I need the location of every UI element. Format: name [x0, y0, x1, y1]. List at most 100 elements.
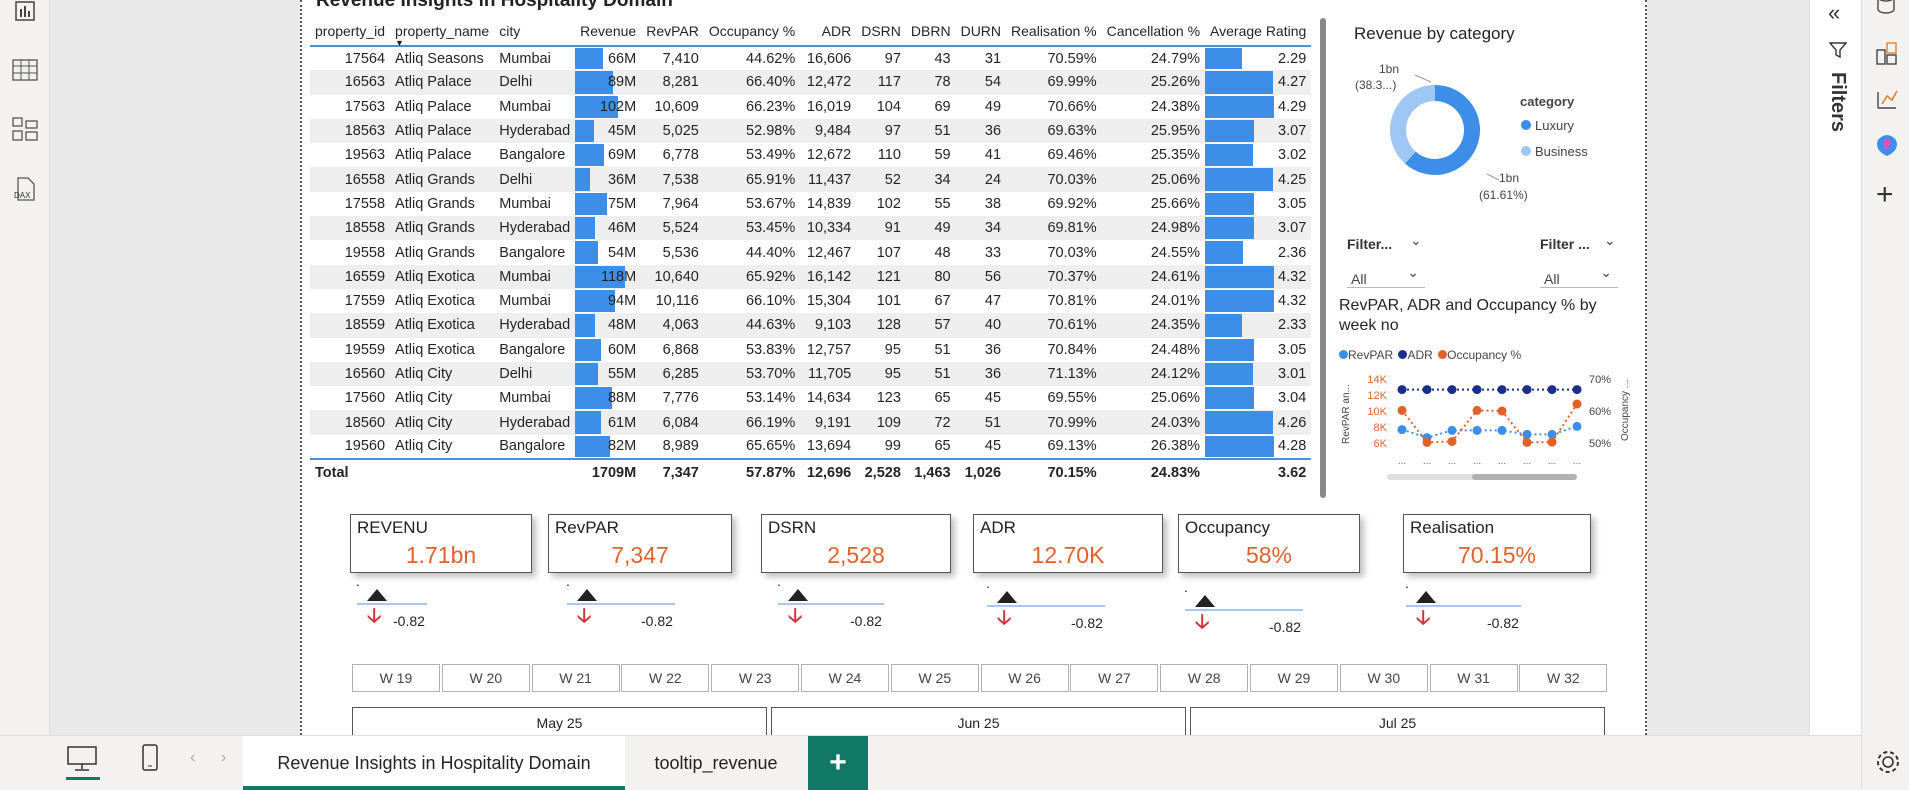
- data-point[interactable]: [1447, 436, 1457, 446]
- filter-2-dropdown[interactable]: All ⌄: [1540, 262, 1618, 288]
- week-button[interactable]: W 28: [1160, 664, 1249, 692]
- kpi-card-dsrn[interactable]: DSRN 2,528: [761, 514, 951, 573]
- filter-1-dropdown[interactable]: All ⌄: [1347, 262, 1425, 288]
- week-button[interactable]: W 32: [1519, 664, 1608, 692]
- week-button[interactable]: W 30: [1339, 664, 1428, 692]
- table-row[interactable]: 16560 Atliq City Delhi 55M 6,285 53.70% 11,705…: [310, 361, 1312, 387]
- filters-pane-collapsed[interactable]: « Filters: [1809, 0, 1861, 735]
- column-header-durn[interactable]: DURN: [955, 16, 1007, 47]
- week-button[interactable]: W 20: [441, 664, 530, 692]
- table-row[interactable]: 17559 Atliq Exotica Mumbai 94M 10,116 66.10% 1…: [310, 289, 1311, 313]
- table-row[interactable]: 17563 Atliq Palace Mumbai 102M 10,609 66.23% 1…: [310, 95, 1311, 119]
- table-row[interactable]: 18558 Atliq Grands Hyderabad 46M 5,524 53.45%…: [310, 216, 1312, 241]
- mobile-view-icon[interactable]: [140, 743, 160, 778]
- week-button[interactable]: W 22: [621, 664, 710, 692]
- model-view-icon[interactable]: [8, 112, 42, 146]
- data-point[interactable]: [1397, 425, 1407, 435]
- week-button[interactable]: W 19: [352, 664, 440, 692]
- table-row[interactable]: 19563 Atliq Palace Bangalore 69M 6,778 53.49%…: [310, 143, 1311, 167]
- next-page-icon[interactable]: ›: [221, 749, 226, 767]
- line-chart-scrollbar[interactable]: [1387, 474, 1577, 480]
- column-header-dbrn[interactable]: DBRN: [905, 16, 956, 47]
- data-point[interactable]: [1447, 425, 1457, 435]
- week-button[interactable]: W 23: [711, 664, 800, 692]
- kpi-card-revpar[interactable]: RevPAR 7,347: [548, 514, 732, 573]
- column-header-property-name[interactable]: property_name ▼: [390, 16, 495, 48]
- donut-legend-business[interactable]: Business: [1521, 144, 1588, 159]
- table-scrollbar[interactable]: [1320, 18, 1326, 498]
- table-row[interactable]: 18559 Atliq Exotica Hyderabad 48M 4,063 44.63…: [310, 313, 1312, 338]
- month-button[interactable]: Jun 25: [771, 707, 1186, 735]
- table-row[interactable]: 18563 Atliq Palace Hyderabad 45M 5,025 52.98%…: [310, 118, 1312, 144]
- add-page-button[interactable]: +: [808, 736, 868, 790]
- data-point[interactable]: [1522, 385, 1532, 395]
- property-table[interactable]: property_id property_name ▼ city Revenue RevP…: [310, 16, 1312, 486]
- data-point[interactable]: [1472, 405, 1482, 415]
- format-pane-icon[interactable]: [1874, 40, 1900, 71]
- copilot-icon[interactable]: [1874, 132, 1900, 163]
- data-point[interactable]: [1472, 425, 1482, 435]
- add-pane-icon[interactable]: +: [1876, 180, 1894, 210]
- week-button[interactable]: W 27: [1070, 664, 1159, 692]
- week-button[interactable]: W 29: [1250, 664, 1338, 692]
- column-header-realisation-[interactable]: Realisation %: [1006, 16, 1102, 47]
- settings-gear-icon[interactable]: [1874, 748, 1902, 781]
- data-point[interactable]: [1547, 437, 1557, 447]
- table-view-icon[interactable]: [8, 53, 42, 87]
- data-point[interactable]: [1422, 437, 1432, 447]
- table-row[interactable]: 16563 Atliq Palace Delhi 89M 8,281 66.40% 12,4…: [310, 70, 1312, 95]
- table-row[interactable]: 19559 Atliq Exotica Bangalore 60M 6,868 53.83…: [310, 338, 1311, 362]
- kpi-card-revenu[interactable]: REVENU 1.71bn: [350, 514, 532, 573]
- desktop-view-icon[interactable]: [66, 744, 98, 779]
- column-header-property-id[interactable]: property_id: [310, 16, 391, 47]
- table-row[interactable]: 16559 Atliq Exotica Mumbai 118M 10,640 65.92%…: [310, 264, 1312, 289]
- week-button[interactable]: W 25: [890, 664, 979, 692]
- line-chart[interactable]: 14K 12K 10K 8K 6K 70% 60% 50% RevPAR an... Occupa…: [1337, 366, 1637, 486]
- column-header-city[interactable]: city: [494, 16, 576, 47]
- data-point[interactable]: [1547, 385, 1557, 395]
- donut-slice-business[interactable]: [1390, 85, 1435, 164]
- data-point[interactable]: [1397, 405, 1407, 415]
- kpi-card-realisation[interactable]: Realisation 70.15%: [1403, 514, 1591, 573]
- table-row[interactable]: 19558 Atliq Grands Bangalore 54M 5,536 44.40%…: [310, 240, 1311, 264]
- data-point[interactable]: [1522, 429, 1532, 439]
- data-point[interactable]: [1422, 385, 1432, 395]
- data-point[interactable]: [1572, 399, 1582, 409]
- data-point[interactable]: [1497, 406, 1507, 416]
- column-header-average-rating[interactable]: Average Rating: [1205, 16, 1312, 47]
- column-header-dsrn[interactable]: DSRN: [856, 16, 906, 47]
- week-button[interactable]: W 26: [980, 664, 1069, 692]
- column-header-occupancy-[interactable]: Occupancy %: [703, 16, 801, 47]
- table-row[interactable]: 16558 Atliq Grands Delhi 36M 7,538 65.91% 11,4…: [310, 167, 1312, 192]
- data-point[interactable]: [1472, 385, 1482, 395]
- data-point[interactable]: [1497, 385, 1507, 395]
- table-row[interactable]: 17560 Atliq City Mumbai 88M 7,776 53.14% 14,63…: [310, 386, 1311, 410]
- kpi-card-occupancy[interactable]: Occupancy 58%: [1178, 514, 1360, 573]
- column-header-adr[interactable]: ADR: [800, 16, 857, 47]
- dax-query-view-icon[interactable]: DAX: [8, 172, 42, 206]
- week-button[interactable]: W 31: [1429, 664, 1518, 692]
- week-button[interactable]: W 21: [531, 664, 620, 692]
- table-row[interactable]: 19560 Atliq City Bangalore 82M 8,989 65.65% 13…: [310, 435, 1311, 459]
- prev-page-icon[interactable]: ‹: [190, 749, 195, 767]
- month-button[interactable]: May 25: [352, 707, 767, 735]
- data-point[interactable]: [1447, 385, 1457, 395]
- tab-revenue-insights[interactable]: Revenue Insights in Hospitality Domain: [243, 736, 625, 790]
- data-point[interactable]: [1572, 385, 1582, 395]
- column-header-revenue[interactable]: Revenue: [575, 16, 642, 47]
- table-row[interactable]: 17564 Atliq Seasons Mumbai 66M 7,410 44.62% 16…: [310, 46, 1311, 70]
- kpi-card-adr[interactable]: ADR 12.70K: [973, 514, 1163, 573]
- data-point[interactable]: [1497, 425, 1507, 435]
- data-point[interactable]: [1397, 385, 1407, 395]
- column-header-revpar[interactable]: RevPAR: [641, 16, 704, 47]
- analytics-pane-icon[interactable]: [1874, 86, 1900, 117]
- data-pane-icon[interactable]: [1876, 0, 1896, 19]
- tab-tooltip-revenue[interactable]: tooltip_revenue: [625, 736, 807, 790]
- donut-legend-luxury[interactable]: Luxury: [1521, 118, 1574, 133]
- column-header-cancellation-[interactable]: Cancellation %: [1101, 16, 1206, 47]
- table-row[interactable]: 18560 Atliq City Hyderabad 61M 6,084 66.19% 9,…: [310, 410, 1312, 435]
- filter-2-chevron-icon[interactable]: ⌄: [1604, 232, 1616, 249]
- table-row[interactable]: 17558 Atliq Grands Mumbai 75M 7,964 53.67% 14,…: [310, 192, 1311, 216]
- expand-filters-icon[interactable]: «: [1828, 0, 1840, 26]
- week-button[interactable]: W 24: [801, 664, 889, 692]
